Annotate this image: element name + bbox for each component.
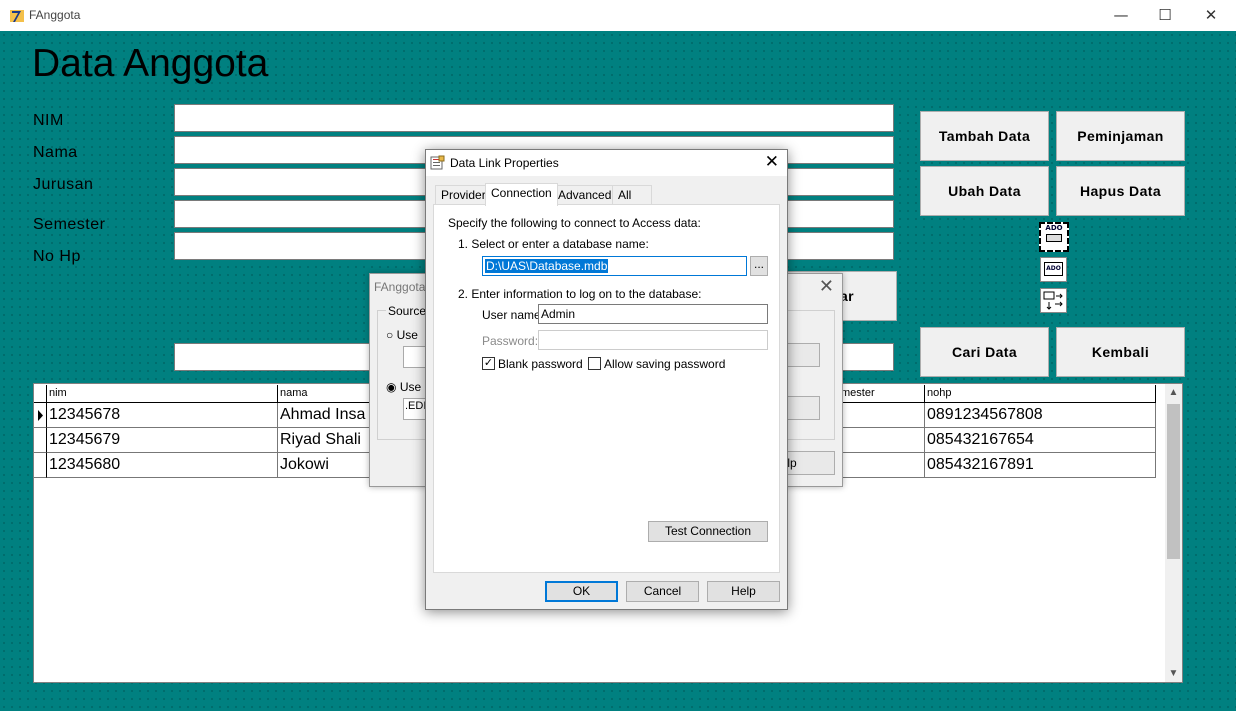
dialog-close-icon[interactable]: ✕ [765, 152, 779, 172]
form-title: Data Anggota [32, 42, 269, 85]
tab-advanced[interactable]: Advanced [552, 185, 618, 205]
vb-app-icon [10, 10, 24, 22]
step2-label: 2. Enter information to log on to the da… [458, 287, 702, 301]
label-jurusan: Jurusan [33, 176, 94, 193]
allow-saving-password-checkbox[interactable] [588, 357, 601, 370]
connection-intro-text: Specify the following to connect to Acce… [448, 216, 701, 230]
ok-button[interactable]: OK [545, 581, 618, 602]
grid-vertical-scrollbar[interactable]: ▲ ▼ [1165, 384, 1182, 682]
browse-database-button[interactable]: ... [750, 256, 768, 276]
row-selector-current[interactable] [34, 403, 47, 428]
adodc-icon-label: ADO [1045, 224, 1063, 232]
datagrid-icon-label: ADO [1044, 262, 1063, 276]
grid-header-semester[interactable]: mester [839, 385, 925, 403]
step1-label: 1. Select or enter a database name: [458, 237, 649, 251]
grid-cell-semester[interactable] [839, 428, 925, 453]
radio-use-datalink[interactable]: ○ Use [386, 328, 418, 342]
radio-use-connstring[interactable]: ◉ Use [386, 380, 421, 394]
adodc-control-icon[interactable]: ADO [1039, 222, 1069, 252]
grid-cell-nim[interactable]: 12345680 [47, 453, 278, 478]
username-label: User name: [482, 308, 545, 322]
grid-cell-nama[interactable]: Jokowi [278, 453, 378, 478]
tab-provider[interactable]: Provider [435, 185, 492, 205]
kembali-button[interactable]: Kembali [1056, 327, 1185, 377]
dialog-title: Data Link Properties [450, 156, 559, 170]
grid-cell-nim[interactable]: 12345678 [47, 403, 278, 428]
grid-cell-nohp[interactable]: 085432167654 [925, 428, 1156, 453]
bg-dialog-close-icon[interactable]: ✕ [819, 276, 834, 297]
grid-cell-semester[interactable] [839, 453, 925, 478]
tambah-data-button[interactable]: Tambah Data [920, 111, 1049, 161]
cari-data-button[interactable]: Cari Data [920, 327, 1049, 377]
blank-password-checkbox[interactable]: ✓ [482, 357, 495, 370]
password-input[interactable] [538, 330, 768, 350]
grid-cell-nohp[interactable]: 0891234567808 [925, 403, 1156, 428]
database-name-input[interactable]: D:\UAS\Database.mdb [482, 256, 747, 276]
blank-password-label: Blank password [498, 357, 583, 371]
datagrid-control-icon[interactable]: ADO [1040, 257, 1067, 282]
nim-input[interactable] [174, 104, 894, 132]
window-title: FAnggota [29, 8, 81, 22]
help-button[interactable]: Help [707, 581, 780, 602]
grid-header-nohp[interactable]: nohp [925, 385, 1156, 403]
ubah-data-button[interactable]: Ubah Data [920, 166, 1049, 216]
maximize-button[interactable]: ☐ [1142, 0, 1188, 31]
scroll-down-icon[interactable]: ▼ [1165, 665, 1182, 682]
tab-all[interactable]: All [612, 185, 652, 205]
window-titlebar: FAnggota — ☐ ✕ [0, 0, 1236, 31]
allow-saving-password-label: Allow saving password [604, 357, 726, 371]
test-connection-button[interactable]: Test Connection [648, 521, 768, 542]
peminjaman-button[interactable]: Peminjaman [1056, 111, 1185, 161]
grid-header-nama[interactable]: nama [278, 385, 378, 403]
label-nama: Nama [33, 144, 78, 161]
grid-cell-nama[interactable]: Riyad Shali [278, 428, 378, 453]
label-semester: Semester [33, 216, 106, 233]
close-button[interactable]: ✕ [1188, 0, 1234, 31]
hapus-data-button[interactable]: Hapus Data [1056, 166, 1185, 216]
data-link-icon [430, 155, 445, 170]
grid-cell-nama[interactable]: Ahmad Insa [278, 403, 378, 428]
bg-dialog-caption: FAnggota [374, 280, 426, 294]
tab-connection[interactable]: Connection [485, 183, 558, 206]
data-link-properties-dialog: Data Link Properties ✕ Provider Connecti… [425, 149, 788, 610]
scroll-up-icon[interactable]: ▲ [1165, 384, 1182, 401]
grid-header-nim[interactable]: nim [47, 385, 278, 403]
grid-corner [34, 385, 47, 403]
grid-cell-nim[interactable]: 12345679 [47, 428, 278, 453]
row-selector[interactable] [34, 428, 47, 453]
row-selector[interactable] [34, 453, 47, 478]
dialog-titlebar: Data Link Properties ✕ [426, 150, 787, 176]
minimize-button[interactable]: — [1098, 0, 1144, 31]
data-repeater-icon[interactable] [1040, 288, 1067, 313]
repeater-icon [1043, 291, 1063, 310]
grid-cell-nohp[interactable]: 085432167891 [925, 453, 1156, 478]
connection-tab-panel: Specify the following to connect to Acce… [433, 204, 780, 573]
password-label: Password: [482, 334, 539, 348]
cancel-button[interactable]: Cancel [626, 581, 699, 602]
username-input[interactable]: Admin [538, 304, 768, 324]
scroll-thumb[interactable] [1167, 404, 1180, 559]
label-nim: NIM [33, 112, 64, 129]
label-nohp: No Hp [33, 248, 81, 265]
grid-cell-semester[interactable] [839, 403, 925, 428]
